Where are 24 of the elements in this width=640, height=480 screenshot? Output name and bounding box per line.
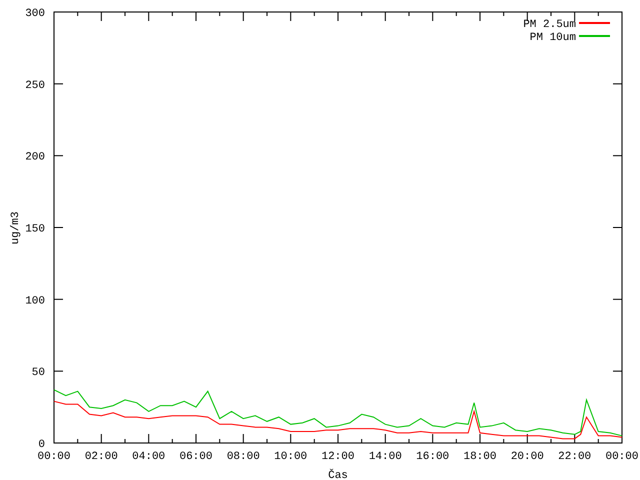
y-axis-title: ug/m3	[10, 212, 22, 244]
x-tick-label: 14:00	[368, 451, 402, 463]
x-tick-label: 02:00	[84, 451, 118, 463]
x-tick-label: 22:00	[558, 451, 592, 463]
y-tick-label: 0	[38, 439, 45, 451]
legend-label: PM 2.5um	[523, 19, 576, 31]
y-tick-label: 200	[25, 152, 45, 164]
x-tick-label: 00:00	[606, 451, 638, 463]
y-tick-label: 300	[25, 8, 45, 20]
x-tick-label: 08:00	[226, 451, 260, 463]
x-tick-label: 06:00	[180, 451, 212, 463]
x-tick-label: 20:00	[510, 451, 544, 463]
y-tick-label: 50	[32, 367, 45, 380]
x-tick-label: 16:00	[416, 451, 450, 463]
y-tick-label: 250	[25, 80, 45, 92]
x-axis-title: Čas	[328, 470, 348, 480]
x-tick-label: 04:00	[132, 451, 166, 463]
x-tick-label: 18:00	[464, 451, 496, 463]
y-tick-label: 150	[25, 224, 45, 236]
y-tick-label: 100	[25, 295, 45, 308]
x-tick-label: 10:00	[274, 451, 308, 463]
legend-label: PM 10um	[530, 32, 576, 44]
x-tick-label: 00:00	[38, 451, 70, 463]
x-tick-label: 12:00	[322, 451, 354, 463]
